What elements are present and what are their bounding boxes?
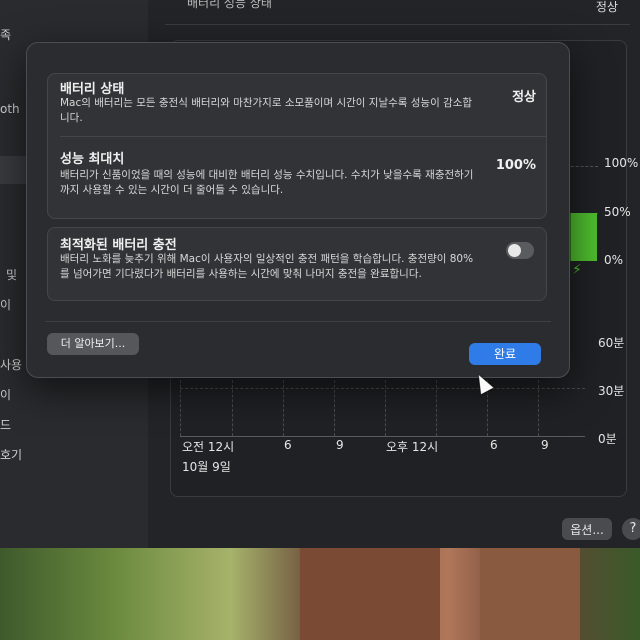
max-capacity-title: 성능 최대치 — [60, 152, 125, 167]
usage-x-label: 오전 12시 — [182, 440, 235, 454]
usage-y-label: 0분 — [598, 432, 617, 446]
grid-line — [538, 380, 539, 436]
toggle-knob — [508, 244, 521, 257]
level-tick-label: 0% — [604, 253, 624, 267]
usage-date-label: 10월 9일 — [182, 460, 231, 474]
wallpaper-tree — [480, 548, 580, 640]
max-capacity-description: 배터리가 신품이었을 때의 성능에 대비한 배터리 성능 수치입니다. 수치가 … — [60, 169, 474, 196]
grid-line — [436, 380, 437, 436]
optimized-charging-group: 최적화된 배터리 충전 배터리 노화를 늦추기 위해 Mac이 사용자의 일상적… — [47, 227, 547, 301]
divider — [45, 321, 551, 322]
usage-x-label: 9 — [541, 438, 549, 452]
bolt-icon: ⚡ — [572, 262, 582, 278]
grid-line — [232, 380, 233, 436]
sidebar-item[interactable]: 및 — [6, 266, 17, 283]
battery-health-dialog: 배터리 상태 정상 Mac의 배터리는 모든 충전식 배터리와 마찬가지로 소모… — [26, 42, 570, 378]
sidebar-item[interactable]: 드 — [0, 416, 11, 433]
options-button[interactable]: 옵션... — [562, 518, 612, 540]
learn-more-button[interactable]: 더 알아보기... — [47, 333, 139, 355]
battery-level-chart — [566, 166, 598, 266]
sidebar-item[interactable]: 이 — [0, 386, 11, 403]
max-capacity-value: 100% — [495, 158, 536, 173]
battery-info-group: 배터리 상태 정상 Mac의 배터리는 모든 충전식 배터리와 마찬가지로 소모… — [47, 73, 547, 219]
sidebar-item[interactable]: 이 — [0, 296, 11, 313]
usage-y-label: 60분 — [598, 336, 625, 350]
optimized-charging-toggle[interactable] — [506, 242, 534, 259]
grid-line — [566, 166, 598, 167]
sidebar-item[interactable]: oth — [0, 102, 20, 116]
grid-line — [180, 388, 585, 389]
battery-health-title: 배터리 상태 — [60, 82, 125, 97]
sidebar-item[interactable]: 족 — [0, 26, 11, 43]
usage-x-label: 9 — [336, 438, 344, 452]
battery-health-value: 정상 — [595, 0, 618, 14]
battery-level-bar — [569, 213, 597, 261]
battery-health-label: 배터리 성능 상태 — [187, 0, 272, 10]
usage-x-label: 오후 12시 — [386, 440, 439, 454]
grid-line — [385, 380, 386, 436]
question-icon[interactable]: ? — [622, 518, 640, 540]
grid-line — [180, 380, 181, 436]
battery-health-status: 정상 — [512, 90, 536, 105]
wallpaper-tree — [300, 548, 440, 640]
level-tick-label: 100% — [604, 156, 639, 170]
battery-health-description: Mac의 배터리는 모든 충전식 배터리와 마찬가지로 소모품이며 시간이 지날… — [60, 97, 473, 124]
divider — [60, 136, 546, 137]
sidebar-item[interactable]: 사용 — [0, 356, 22, 373]
done-button[interactable]: 완료 — [469, 343, 541, 365]
usage-x-label: 6 — [490, 438, 498, 452]
sidebar-item[interactable]: 호기 — [0, 446, 22, 463]
optimized-charging-title: 최적화된 배터리 충전 — [60, 238, 177, 253]
battery-health-row: 배터리 성능 상태 정상 — [165, 0, 630, 25]
grid-line — [283, 380, 284, 436]
usage-y-label: 30분 — [598, 384, 625, 398]
grid-line — [334, 380, 335, 436]
level-tick-label: 50% — [604, 205, 631, 219]
optimized-charging-description: 배터리 노화를 늦추기 위해 Mac이 사용자의 일상적인 충전 패턴을 학습합… — [60, 253, 474, 280]
usage-x-label: 6 — [284, 438, 292, 452]
